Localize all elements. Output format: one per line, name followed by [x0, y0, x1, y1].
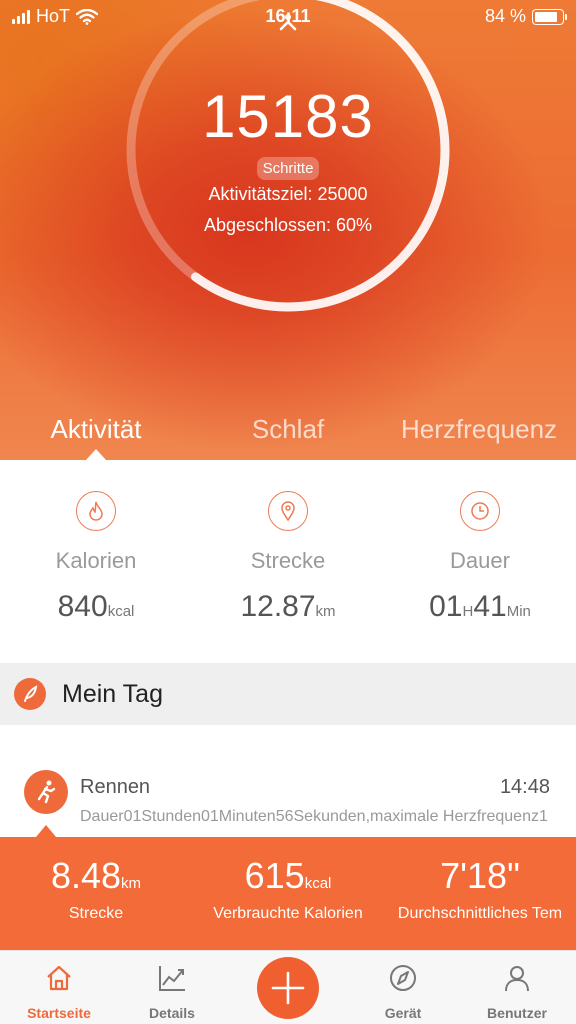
location-pin-icon [268, 491, 308, 531]
activity-hero: HoT 16:11 84 % 15183 Schritte Aktivitäts… [0, 0, 576, 460]
activity-goal: Aktivitätsziel: 25000 [208, 184, 368, 204]
stat-value: 01H41Min [429, 590, 531, 623]
flame-icon [76, 491, 116, 531]
plus-icon [271, 971, 305, 1005]
stat-label: Dauer [450, 548, 510, 573]
steps-badge: Schritte [256, 157, 320, 180]
walker-icon [279, 14, 297, 31]
activity-time: 14:48 [499, 776, 550, 798]
clock-icon [460, 491, 500, 531]
activity-stats: Kalorien 840kcal Strecke 12.87km Dauer 0… [0, 460, 576, 663]
active-tab-indicator [86, 449, 106, 460]
tab-sleep[interactable]: Schlaf [208, 414, 368, 445]
activity-entry[interactable]: Rennen 14:48 Dauer01Stunden01Minuten56Se… [0, 725, 576, 837]
add-activity-button[interactable] [257, 957, 319, 1019]
chart-icon [159, 966, 185, 991]
activity-pointer [36, 825, 56, 837]
my-day-title: Mein Tag [62, 680, 163, 708]
compass-icon [390, 965, 416, 991]
stat-value: 12.87km [240, 590, 336, 623]
tab-activity[interactable]: Aktivität [16, 414, 176, 445]
runner-icon [24, 770, 68, 814]
stat-label: Strecke [250, 548, 326, 573]
step-count: 15183 [202, 83, 374, 150]
run-summary: 8.48km Strecke 615kcal Verbrauchte Kalor… [0, 837, 576, 950]
goal-completion: Abgeschlossen: 60% [203, 215, 373, 235]
stat-label: Kalorien [55, 548, 137, 573]
activity-description: Dauer01Stunden01Minuten56Sekunden,maxima… [80, 808, 548, 825]
tab-heart-rate[interactable]: Herzfrequenz [386, 414, 572, 445]
home-icon [47, 965, 71, 991]
user-icon [505, 966, 529, 992]
my-day-header: Mein Tag [0, 663, 576, 725]
stat-value: 840kcal [57, 590, 135, 623]
activity-title: Rennen [80, 776, 151, 798]
feather-icon [14, 678, 46, 710]
